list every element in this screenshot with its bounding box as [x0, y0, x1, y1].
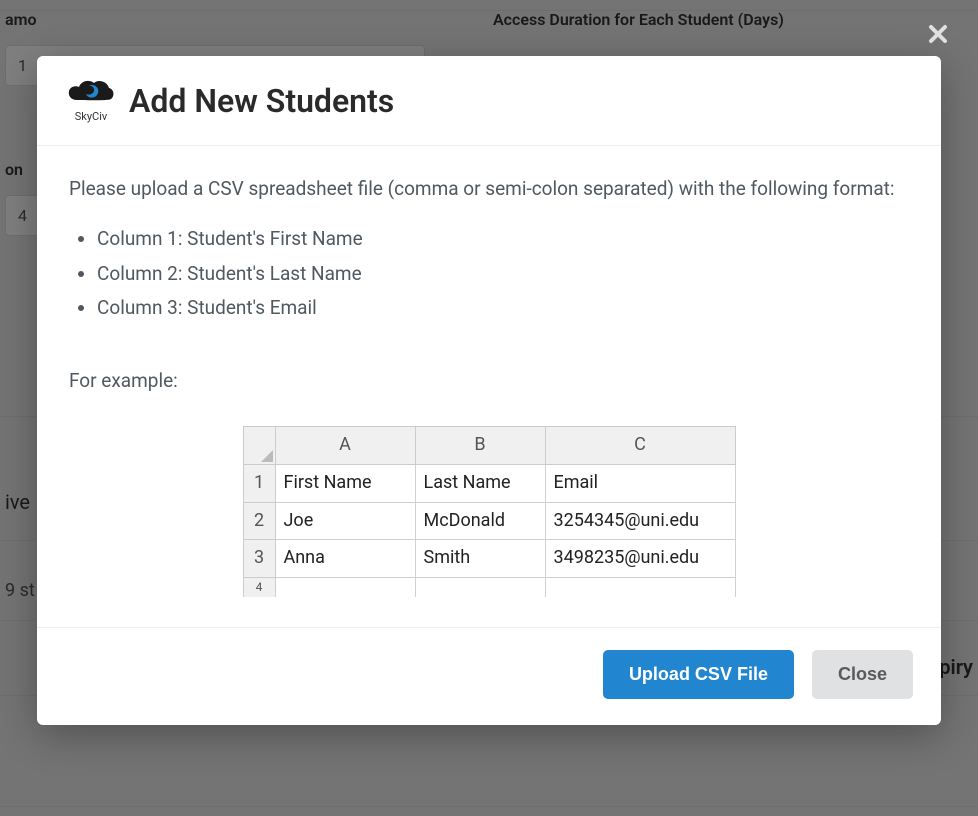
row-header-2: 2 — [243, 502, 275, 540]
table-row: 3 Anna Smith 3498235@uni.edu — [243, 540, 735, 578]
cell-a1: First Name — [275, 464, 415, 502]
example-spreadsheet: A B C 1 First Name Last Name Email 2 Joe… — [243, 426, 736, 597]
cell-c2: 3254345@uni.edu — [545, 502, 735, 540]
column-3-desc: Column 3: Student's Email — [97, 293, 909, 323]
row-header-1: 1 — [243, 464, 275, 502]
cell-b1: Last Name — [415, 464, 545, 502]
cell-a2: Joe — [275, 502, 415, 540]
add-students-modal: SkyCiv Add New Students Please upload a … — [37, 56, 941, 725]
skyciv-logo: SkyCiv — [65, 78, 117, 123]
skyciv-logo-icon — [67, 78, 115, 108]
skyciv-logo-text: SkyCiv — [75, 110, 107, 123]
example-label: For example: — [69, 366, 909, 396]
upload-instruction: Please upload a CSV spreadsheet file (co… — [69, 174, 909, 204]
col-header-b: B — [415, 426, 545, 464]
column-format-list: Column 1: Student's First Name Column 2:… — [69, 224, 909, 323]
table-row: 1 First Name Last Name Email — [243, 464, 735, 502]
col-header-a: A — [275, 426, 415, 464]
cell-b3: Smith — [415, 540, 545, 578]
modal-footer: Upload CSV File Close — [37, 627, 941, 725]
modal-header: SkyCiv Add New Students — [37, 56, 941, 146]
cell-c3: 3498235@uni.edu — [545, 540, 735, 578]
cell-c1: Email — [545, 464, 735, 502]
upload-csv-button[interactable]: Upload CSV File — [603, 650, 794, 699]
cell-b2: McDonald — [415, 502, 545, 540]
cell-a3: Anna — [275, 540, 415, 578]
close-icon[interactable] — [928, 18, 948, 51]
close-button[interactable]: Close — [812, 650, 913, 699]
modal-title: Add New Students — [129, 82, 394, 120]
sheet-corner — [243, 426, 275, 464]
row-header-3: 3 — [243, 540, 275, 578]
column-1-desc: Column 1: Student's First Name — [97, 224, 909, 254]
column-2-desc: Column 2: Student's Last Name — [97, 259, 909, 289]
modal-body: Please upload a CSV spreadsheet file (co… — [37, 146, 941, 627]
table-row: 2 Joe McDonald 3254345@uni.edu — [243, 502, 735, 540]
col-header-c: C — [545, 426, 735, 464]
table-row: 4 — [243, 578, 735, 598]
row-header-4: 4 — [243, 578, 275, 598]
